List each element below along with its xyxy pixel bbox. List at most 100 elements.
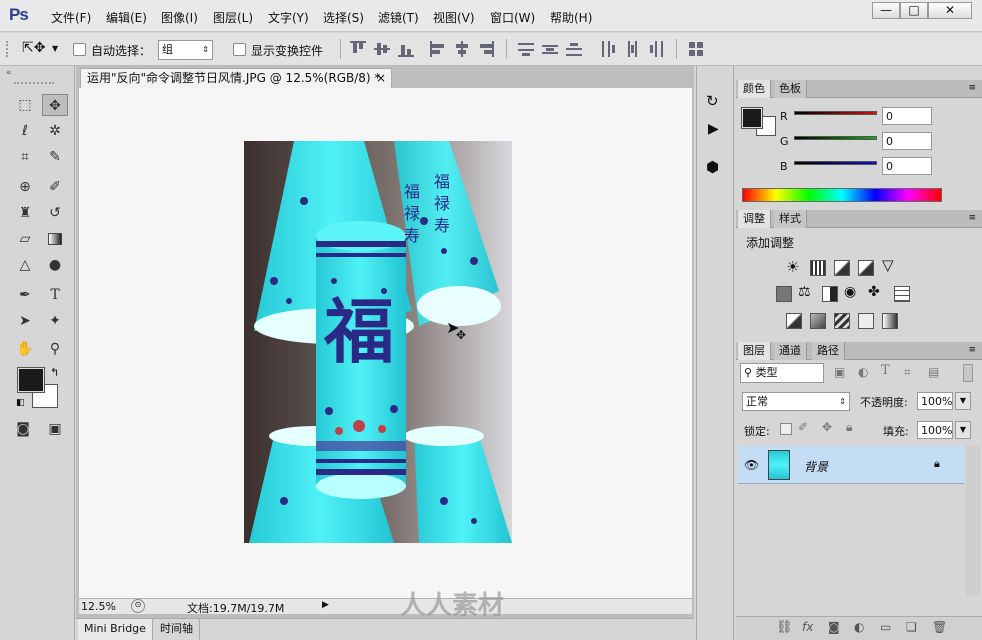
menu-help[interactable]: 帮助(H) [550, 9, 592, 26]
tab-channels[interactable]: 通道 [774, 342, 807, 360]
align-left-icon[interactable] [430, 41, 446, 57]
levels-icon[interactable] [810, 260, 826, 276]
tab-styles[interactable]: 样式 [774, 210, 807, 228]
default-colors-icon[interactable]: ◧ [16, 398, 25, 408]
new-layer-icon[interactable]: ❏ [906, 620, 917, 634]
layer-mask-icon[interactable]: ◙ [828, 620, 840, 634]
brush-tool-icon[interactable]: ✐ [42, 176, 68, 198]
channel-mixer-icon[interactable]: ✤ [868, 284, 880, 300]
gradient-map-icon[interactable] [882, 313, 898, 329]
lock-position-icon[interactable]: ✥ [822, 420, 832, 434]
filter-smart-object-icon[interactable]: ▤ [928, 365, 939, 379]
tab-mini-bridge[interactable]: Mini Bridge [78, 619, 153, 640]
menu-view[interactable]: 视图(V) [433, 9, 475, 26]
color-lookup-icon[interactable] [894, 286, 910, 302]
auto-select-dropdown[interactable]: 组 ⇕ [158, 40, 213, 60]
3d-icon[interactable]: ⬢ [706, 158, 719, 176]
minimize-button[interactable]: — [872, 2, 900, 19]
menu-type[interactable]: 文字(Y) [268, 9, 309, 26]
distribute-right-icon[interactable] [648, 41, 664, 57]
distribute-top-icon[interactable] [518, 41, 534, 57]
filter-pixel-icon[interactable]: ▣ [834, 365, 845, 379]
menu-select[interactable]: 选择(S) [323, 9, 364, 26]
history-brush-tool-icon[interactable]: ↺ [42, 202, 68, 224]
gradient-tool-icon[interactable] [42, 228, 68, 250]
link-layers-icon[interactable]: ⛓ [776, 620, 793, 635]
tab-color[interactable]: 颜色 [738, 80, 771, 98]
black-white-icon[interactable] [822, 286, 838, 302]
filter-adjustment-icon[interactable]: ◐ [858, 365, 868, 379]
zoom-level[interactable]: 12.5% [81, 600, 116, 613]
foreground-swatch[interactable] [741, 107, 763, 129]
opacity-dropdown-button[interactable]: ▼ [955, 392, 971, 410]
delete-layer-icon[interactable]: 🗑︎ [932, 620, 947, 634]
auto-align-icon[interactable] [688, 41, 704, 57]
invert-icon[interactable] [786, 313, 802, 329]
actions-icon[interactable]: ▶ [708, 121, 719, 137]
menu-layer[interactable]: 图层(L) [213, 9, 253, 26]
menu-edit[interactable]: 编辑(E) [106, 9, 147, 26]
menu-image[interactable]: 图像(I) [161, 9, 198, 26]
align-right-icon[interactable] [478, 41, 494, 57]
chevron-down-icon[interactable]: ▼ [52, 44, 58, 53]
zoom-tool-icon[interactable]: ⚲ [42, 338, 68, 360]
history-icon[interactable]: ↻ [706, 92, 719, 110]
maximize-button[interactable]: □ [900, 2, 928, 19]
layer-filter-dropdown[interactable]: ⚲ 类型 [740, 363, 824, 383]
move-tool-icon[interactable]: ✥ [42, 94, 68, 116]
blend-mode-dropdown[interactable]: 正常 ⇕ [742, 392, 850, 411]
panel-menu-icon[interactable]: ≡ [968, 83, 976, 93]
screen-mode-icon[interactable]: ▣ [42, 418, 68, 440]
new-group-icon[interactable]: ▭ [880, 620, 891, 634]
marquee-tool-icon[interactable]: ⬚ [12, 94, 38, 116]
path-selection-tool-icon[interactable]: ➤ [12, 310, 38, 332]
layer-name[interactable]: 背景 [804, 458, 828, 475]
document-image[interactable]: 福 福 禄 寿 福 禄 寿 [244, 141, 512, 543]
swap-colors-icon[interactable]: ↰ [50, 366, 59, 379]
healing-brush-tool-icon[interactable]: ⊕ [12, 176, 38, 198]
g-value[interactable]: 0 [882, 132, 932, 150]
move-icon[interactable]: ⇱✥ [22, 40, 45, 56]
distribute-bottom-icon[interactable] [566, 41, 582, 57]
magic-wand-tool-icon[interactable]: ✲ [42, 120, 68, 142]
filter-shape-icon[interactable]: ⌗ [904, 365, 911, 380]
foreground-color-swatch[interactable] [17, 367, 45, 393]
tab-adjustments[interactable]: 调整 [738, 210, 771, 228]
play-icon[interactable]: ▶ [322, 600, 329, 610]
b-value[interactable]: 0 [882, 157, 932, 175]
tab-swatches[interactable]: 色板 [774, 80, 807, 98]
auto-select-checkbox[interactable] [73, 43, 86, 56]
eye-icon[interactable]: 👁︎ [744, 458, 759, 472]
quick-mask-icon[interactable]: ◙ [10, 418, 36, 440]
vibrance-icon[interactable]: ▽ [882, 256, 894, 274]
tab-layers[interactable]: 图层 [738, 342, 771, 360]
align-hcenter-icon[interactable] [454, 41, 470, 57]
distribute-left-icon[interactable] [600, 41, 616, 57]
layers-scrollbar[interactable] [966, 446, 980, 596]
g-slider[interactable] [794, 136, 877, 140]
hue-saturation-icon[interactable] [776, 286, 792, 302]
distribute-vcenter-icon[interactable] [542, 41, 558, 57]
collapse-icon[interactable]: « [6, 68, 12, 78]
r-slider[interactable] [794, 111, 877, 115]
distribute-hcenter-icon[interactable] [624, 41, 640, 57]
hand-tool-icon[interactable]: ✋ [12, 338, 38, 360]
panel-menu-icon[interactable]: ≡ [968, 213, 976, 223]
clone-stamp-tool-icon[interactable]: ♜ [12, 202, 38, 224]
eraser-tool-icon[interactable]: ▱ [12, 228, 38, 250]
lock-transparent-icon[interactable] [780, 423, 792, 435]
photo-filter-icon[interactable]: ◉ [844, 284, 856, 300]
align-vcenter-icon[interactable] [374, 41, 390, 57]
align-bottom-icon[interactable] [398, 41, 414, 57]
layer-style-icon[interactable]: fx [802, 620, 813, 634]
b-slider[interactable] [794, 161, 877, 165]
document-tab[interactable]: 运用"反向"命令调整节日风情.JPG @ 12.5%(RGB/8) * × [80, 68, 392, 88]
r-value[interactable]: 0 [882, 107, 932, 125]
pen-tool-icon[interactable]: ✒ [12, 284, 38, 306]
layer-row[interactable]: 👁︎ 背景 🔒︎ [738, 446, 964, 484]
fill-input[interactable]: 100% [917, 421, 953, 439]
align-top-icon[interactable] [350, 41, 366, 57]
menu-window[interactable]: 窗口(W) [490, 9, 535, 26]
panel-menu-icon[interactable]: ≡ [968, 345, 976, 355]
threshold-icon[interactable] [834, 313, 850, 329]
